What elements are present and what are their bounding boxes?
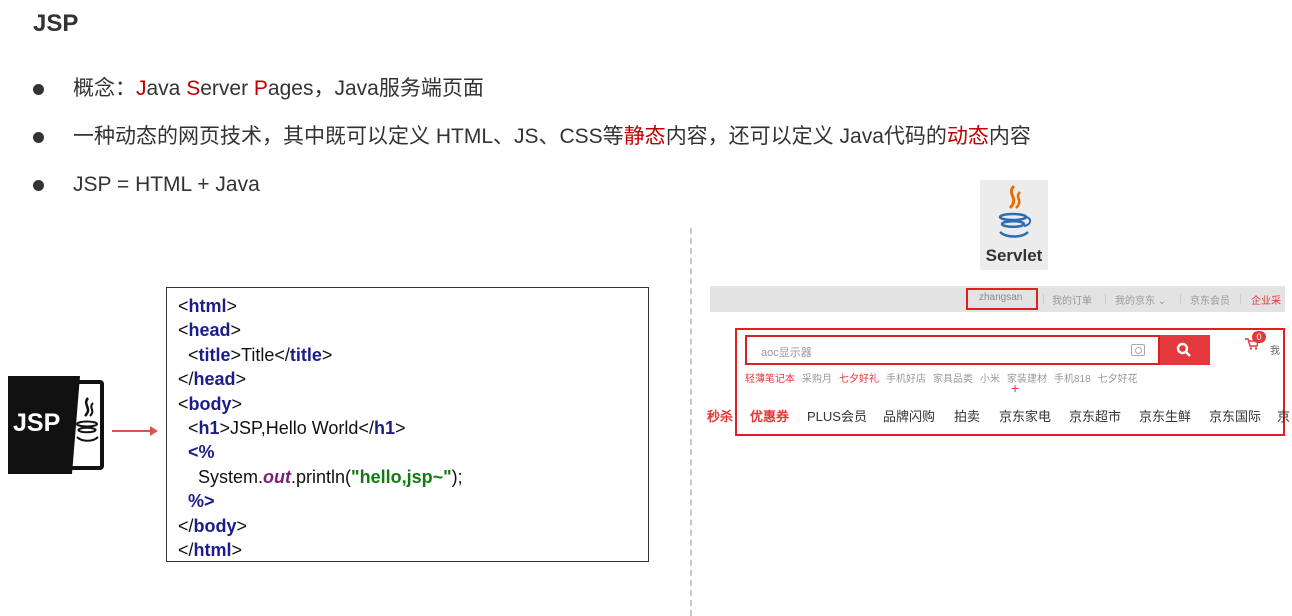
- nav-item-flash[interactable]: 品牌闪购: [883, 406, 935, 425]
- my-orders-link[interactable]: 我的订单: [1052, 292, 1092, 307]
- servlet-label: Servlet: [985, 246, 1043, 265]
- java-coffee-icon: [998, 184, 1032, 238]
- code-line: <body>: [178, 393, 243, 414]
- plus-sign: +: [1011, 380, 1020, 396]
- hot-word[interactable]: 七夕好礼: [839, 374, 879, 385]
- hot-word[interactable]: 轻薄笔记本: [745, 374, 795, 385]
- separator: [1105, 294, 1106, 304]
- nav-item-fresh[interactable]: 京东生鲜: [1139, 406, 1191, 425]
- jsp-file-icon: JSP: [8, 376, 106, 474]
- username-link[interactable]: zhangsan: [979, 292, 1022, 303]
- bullet-dot-icon: [33, 180, 44, 191]
- search-button[interactable]: [1160, 335, 1210, 365]
- my-jd-link[interactable]: 我的京东 ⌄: [1115, 292, 1166, 307]
- hot-words: 轻薄笔记本 采购月 七夕好礼 手机好店 家具品类 小米 家装建材 手机818 七夕好花: [745, 370, 1145, 385]
- nav-item-auction[interactable]: 拍卖: [954, 406, 980, 425]
- search-placeholder: aoc显示器: [761, 347, 812, 359]
- cart-count-badge: 0: [1252, 331, 1266, 343]
- code-line: </html>: [178, 539, 243, 560]
- nav-item-seckill[interactable]: 秒杀: [697, 406, 733, 425]
- jd-webpage-screenshot: zhangsan 我的订单 我的京东 ⌄ 京东会员 企业采 aoc显示器 0 我…: [707, 286, 1290, 448]
- code-line: <%: [178, 442, 215, 463]
- hot-word[interactable]: 手机818: [1054, 374, 1091, 385]
- search-input[interactable]: aoc显示器: [745, 335, 1160, 365]
- bullet-text: JSP = HTML + Java: [73, 173, 260, 196]
- arrow-right-icon: [112, 426, 158, 436]
- code-line: <html>: [178, 296, 238, 316]
- code-line: </head>: [178, 369, 247, 390]
- hot-word[interactable]: 七夕好花: [1098, 374, 1138, 385]
- bullet-dot-icon: [33, 132, 44, 143]
- dynamic-content-highlight-box: aoc显示器 0 我 轻薄笔记本 采购月 七夕好礼 手机好店 家具品类 小米 家装建材 手机8…: [707, 328, 1290, 436]
- hot-word[interactable]: 手机好店: [886, 374, 926, 385]
- enterprise-link[interactable]: 企业采: [1251, 292, 1281, 307]
- code-line: <head>: [178, 320, 242, 341]
- hot-word[interactable]: 家具品类: [933, 374, 973, 385]
- camera-icon[interactable]: [1131, 344, 1145, 356]
- nav-item-plus[interactable]: PLUS会员: [807, 406, 867, 425]
- bullet-dot-icon: [33, 84, 44, 95]
- nav-item-appliance[interactable]: 京东家电: [999, 406, 1051, 425]
- search-icon: [1176, 342, 1191, 357]
- nav-item-more[interactable]: 京: [1277, 406, 1290, 425]
- separator: [1043, 294, 1044, 304]
- code-line: %>: [178, 491, 215, 512]
- nav-item-global[interactable]: 京东国际: [1209, 406, 1261, 425]
- java-coffee-icon: [76, 397, 99, 442]
- code-line: <title>Title</title>: [178, 344, 333, 365]
- bullet-text: 概念：Java Server Pages，Java服务端页面: [73, 77, 484, 100]
- slide-title: JSP: [33, 10, 79, 37]
- jd-member-link[interactable]: 京东会员: [1190, 292, 1230, 307]
- separator: [1240, 294, 1241, 304]
- hot-word[interactable]: 小米: [980, 374, 1000, 385]
- dashed-divider: [690, 228, 692, 616]
- jsp-code-block: <html> <head> <title>Title</title> </hea…: [166, 287, 649, 562]
- hot-word[interactable]: 采购月: [802, 374, 832, 385]
- nav-item-coupon[interactable]: 优惠券: [750, 406, 789, 425]
- separator: [1180, 294, 1181, 304]
- cart-label[interactable]: 我: [1270, 342, 1280, 357]
- code-line: System.out.println("hello,jsp~");: [178, 466, 463, 487]
- code-line: <h1>JSP,Hello World</h1>: [178, 417, 406, 438]
- jd-top-bar: zhangsan 我的订单 我的京东 ⌄ 京东会员 企业采: [710, 286, 1285, 312]
- servlet-logo: Servlet: [980, 180, 1048, 270]
- jsp-label: JSP: [13, 409, 61, 437]
- nav-item-supermarket[interactable]: 京东超市: [1069, 406, 1121, 425]
- code-line: </body>: [178, 515, 248, 536]
- bullet-text: 一种动态的网页技术，其中既可以定义 HTML、JS、CSS等静态内容，还可以定义…: [73, 125, 1031, 148]
